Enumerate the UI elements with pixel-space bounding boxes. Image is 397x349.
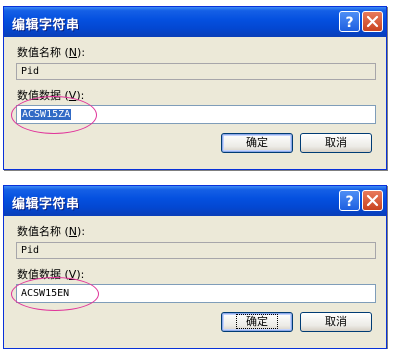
selected-text: ACSW15ZA — [21, 109, 72, 120]
value-data-label: 数值数据 (V): — [17, 89, 85, 102]
title-bar[interactable]: 编辑字符串 ? — [4, 7, 386, 37]
cancel-button[interactable]: 取消 — [300, 133, 372, 153]
value-data-input[interactable]: ACSW15ZA — [16, 105, 376, 124]
ok-button[interactable]: 确定 — [221, 133, 293, 153]
title-bar[interactable]: 编辑字符串 ? — [4, 186, 386, 216]
dialog-title: 编辑字符串 — [12, 197, 80, 212]
svg-text:?: ? — [345, 15, 353, 31]
cancel-button[interactable]: 取消 — [300, 312, 372, 332]
close-button[interactable] — [362, 11, 383, 32]
edit-string-dialog-1: 编辑字符串 ? 数值名称 (N): Pid 数值数据 (V): ACSW15ZA… — [3, 6, 387, 170]
help-button[interactable]: ? — [339, 11, 360, 32]
help-button[interactable]: ? — [339, 190, 360, 211]
value-data-input[interactable]: ACSW15EN — [16, 284, 376, 303]
close-button[interactable] — [362, 190, 383, 211]
value-name-field: Pid — [16, 242, 376, 259]
input-text: ACSW15EN — [21, 288, 70, 299]
value-data-label: 数值数据 (V): — [17, 268, 85, 281]
dialog-title: 编辑字符串 — [12, 18, 80, 33]
value-name-label: 数值名称 (N): — [17, 225, 86, 238]
close-icon — [366, 15, 379, 28]
value-name-label: 数值名称 (N): — [17, 46, 86, 59]
value-name-field: Pid — [16, 63, 376, 80]
close-icon — [366, 194, 379, 207]
svg-text:?: ? — [345, 194, 353, 210]
help-icon: ? — [345, 194, 353, 210]
ok-button[interactable]: 确定 — [221, 312, 293, 332]
help-icon: ? — [345, 15, 353, 31]
edit-string-dialog-2: 编辑字符串 ? 数值名称 (N): Pid 数值数据 (V): ACSW15EN… — [3, 185, 387, 349]
